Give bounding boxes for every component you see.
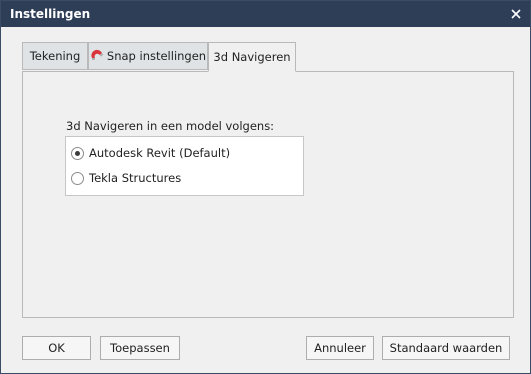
navigation-radio-group: Autodesk Revit (Default) Tekla Structure… <box>65 136 304 196</box>
ok-button[interactable]: OK <box>22 336 91 360</box>
tab-label: Tekening <box>29 49 81 63</box>
radio-label: Tekla Structures <box>89 171 182 185</box>
close-icon[interactable] <box>506 4 526 24</box>
window-title: Instellingen <box>10 7 91 21</box>
tab-snap-instellingen[interactable]: Snap instellingen <box>88 42 208 70</box>
radio-checked-icon[interactable] <box>71 146 84 160</box>
tab-panel-3d-navigeren: 3d Navigeren in een model volgens: Autod… <box>22 71 514 318</box>
radio-autodesk-revit[interactable]: Autodesk Revit (Default) <box>71 143 230 163</box>
tab-label: 3d Navigeren <box>213 50 291 64</box>
tab-tekening[interactable]: Tekening <box>22 42 88 70</box>
title-bar[interactable]: Instellingen <box>1 1 530 27</box>
radio-unchecked-icon[interactable] <box>71 171 84 185</box>
cancel-button[interactable]: Annuleer <box>306 336 374 360</box>
defaults-button[interactable]: Standaard waarden <box>382 336 510 360</box>
settings-dialog: Instellingen Tekening Snap instellingen … <box>0 0 531 374</box>
navigation-group-label: 3d Navigeren in een model volgens: <box>66 119 275 133</box>
tab-3d-navigeren[interactable]: 3d Navigeren <box>208 42 296 72</box>
tab-label: Snap instellingen <box>106 49 207 63</box>
radio-tekla-structures[interactable]: Tekla Structures <box>71 168 181 188</box>
magnet-icon <box>90 49 105 64</box>
apply-button[interactable]: Toepassen <box>100 336 180 360</box>
radio-label: Autodesk Revit (Default) <box>89 146 231 160</box>
